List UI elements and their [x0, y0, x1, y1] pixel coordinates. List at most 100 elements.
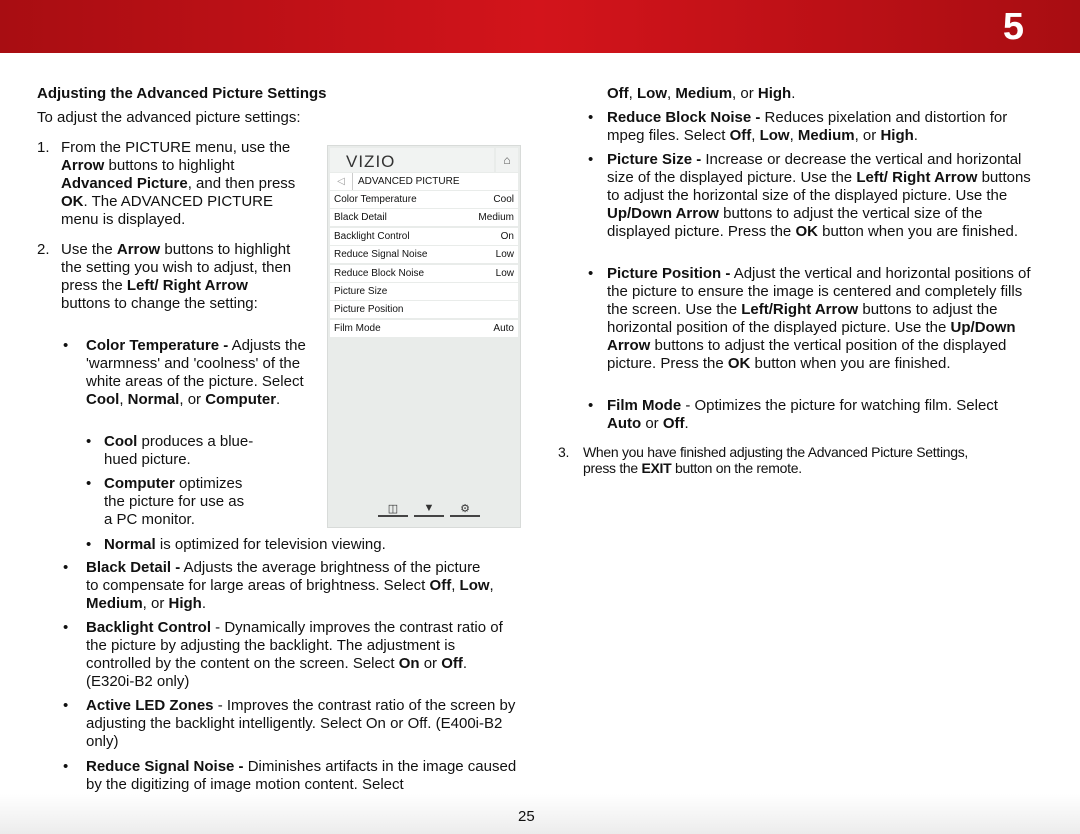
bold-text: Computer	[104, 475, 175, 492]
bold-text: Off	[429, 577, 452, 594]
text: button on the remote.	[671, 460, 802, 476]
wide-icon: ◫	[378, 502, 408, 517]
tv-menu-screenshot: VIZIO ⌂ ◁ ADVANCED PICTURE Color Temperat…	[327, 145, 521, 528]
menu-row: Color Temperature Cool	[330, 191, 518, 208]
bold-text: Cool	[86, 391, 120, 408]
text: or	[419, 655, 442, 672]
menu-row-value: Low	[495, 249, 514, 261]
paragraph: Normal is optimized for television viewi…	[104, 536, 504, 554]
bold-text: High	[757, 85, 792, 102]
bold-text: Medium	[797, 127, 855, 144]
footer	[0, 794, 1080, 834]
paragraph: From the PICTURE menu, use the Arrow but…	[61, 139, 301, 229]
bold-text: Left/Right Arrow	[741, 301, 859, 318]
text: ,	[451, 577, 460, 594]
menu-row-value: On	[500, 230, 514, 242]
text: , or	[732, 85, 758, 102]
settings-icon: ⚙	[450, 502, 480, 517]
menu-row-label: Picture Position	[334, 304, 404, 316]
text: ,	[489, 577, 494, 594]
list-marker: 1.	[37, 139, 50, 156]
list-marker: •	[63, 619, 69, 636]
menu-row-value: Auto	[493, 322, 514, 334]
bold-text: OK	[795, 223, 818, 240]
bold-text: Medium	[86, 595, 143, 612]
bold-text: Reduce Signal Noise -	[86, 758, 244, 775]
chapter-header: 5	[0, 0, 1080, 53]
bold-text: OK	[727, 355, 751, 372]
bold-text: Normal	[104, 536, 156, 553]
text: To adjust the advanced picture settings:	[37, 109, 301, 126]
bold-text: Black Detail -	[86, 559, 181, 576]
list-marker: •	[63, 559, 69, 576]
bold-text: Low	[459, 577, 490, 594]
menu-row-label: Color Temperature	[334, 194, 417, 205]
text: , or	[179, 391, 206, 408]
bold-text: Film Mode	[607, 397, 682, 414]
list-marker: •	[86, 433, 92, 450]
menu-row: Picture Position	[330, 301, 518, 319]
text: From the PICTURE menu, use the	[61, 139, 291, 156]
paragraph: Reduce Signal Noise - Diminishes artifac…	[86, 758, 521, 794]
list-marker: •	[86, 536, 92, 553]
menu-row-label: Film Mode	[334, 322, 381, 334]
list-marker: 2.	[37, 241, 50, 258]
menu-row-label: Reduce Signal Noise	[334, 249, 428, 261]
paragraph: Backlight Control - Dynamically improves…	[86, 619, 506, 691]
menu-bottom-icons: ◫ ▼ ⚙	[378, 502, 480, 517]
menu-row-label: Picture Size	[334, 286, 388, 297]
bold-text: Normal	[127, 391, 180, 408]
text: or	[641, 415, 663, 432]
list-marker: •	[86, 475, 92, 492]
paragraph: Color Temperature - Adjusts the 'warmnes…	[86, 337, 306, 409]
bold-text: Off	[441, 655, 463, 672]
paragraph: Picture Size - Increase or decrease the …	[607, 151, 1037, 241]
text: .	[791, 85, 796, 102]
text: Use the	[61, 241, 117, 258]
text: , or	[854, 127, 881, 144]
bold-text: Arrow	[61, 157, 105, 174]
bold-text: Auto	[607, 415, 642, 432]
bold-text: Left/ Right Arrow	[856, 169, 978, 186]
bold-text: Off	[662, 415, 685, 432]
menu-row: Film Mode Auto	[330, 319, 518, 337]
text: button when you are finished.	[750, 355, 951, 372]
bold-text: Backlight Control	[86, 619, 212, 636]
bold-text: Low	[759, 127, 790, 144]
bold-text: Medium	[675, 85, 733, 102]
bold-text: Cool	[104, 433, 138, 450]
back-arrow-icon: ◁	[330, 173, 353, 190]
text: - Optimizes the picture for watching fil…	[681, 397, 998, 414]
bold-text: On	[398, 655, 420, 672]
menu-title-bar: ◁ ADVANCED PICTURE	[330, 173, 518, 190]
paragraph: To adjust the advanced picture settings:	[37, 109, 457, 127]
vizio-v-icon: ▼	[414, 502, 444, 517]
bold-text: Picture Size -	[607, 151, 702, 168]
menu-row-label: Reduce Block Noise	[334, 267, 425, 279]
list-marker: •	[63, 337, 69, 354]
bold-text: Picture Position -	[607, 265, 731, 282]
paragraph: Use the Arrow buttons to highlight the s…	[61, 241, 301, 313]
paragraph: Active LED Zones - Improves the contrast…	[86, 697, 516, 751]
text: , or	[142, 595, 169, 612]
menu-row: Picture Size	[330, 283, 518, 300]
bold-text: Off	[729, 127, 752, 144]
menu-row-label: Backlight Control	[334, 230, 410, 242]
paragraph: Computer optimizes the picture for use a…	[104, 475, 254, 529]
list-marker: •	[588, 397, 594, 414]
text: .	[276, 391, 281, 408]
text: .	[913, 127, 918, 144]
page-number: 25	[518, 808, 535, 825]
bold-text: Reduce Block Noise -	[607, 109, 761, 126]
bold-text: Color Temperature -	[86, 337, 229, 354]
vizio-logo: VIZIO	[346, 152, 396, 171]
text: button when you are finished.	[817, 223, 1019, 240]
text: is optimized for television viewing.	[155, 536, 386, 553]
paragraph: When you have finished adjusting the Adv…	[583, 444, 1003, 476]
text: ,	[751, 127, 760, 144]
menu-row-value: Medium	[478, 212, 514, 224]
paragraph: Film Mode - Optimizes the picture for wa…	[607, 397, 1027, 433]
text: ,	[119, 391, 128, 408]
bold-text: High	[168, 595, 202, 612]
bold-text: High	[880, 127, 914, 144]
